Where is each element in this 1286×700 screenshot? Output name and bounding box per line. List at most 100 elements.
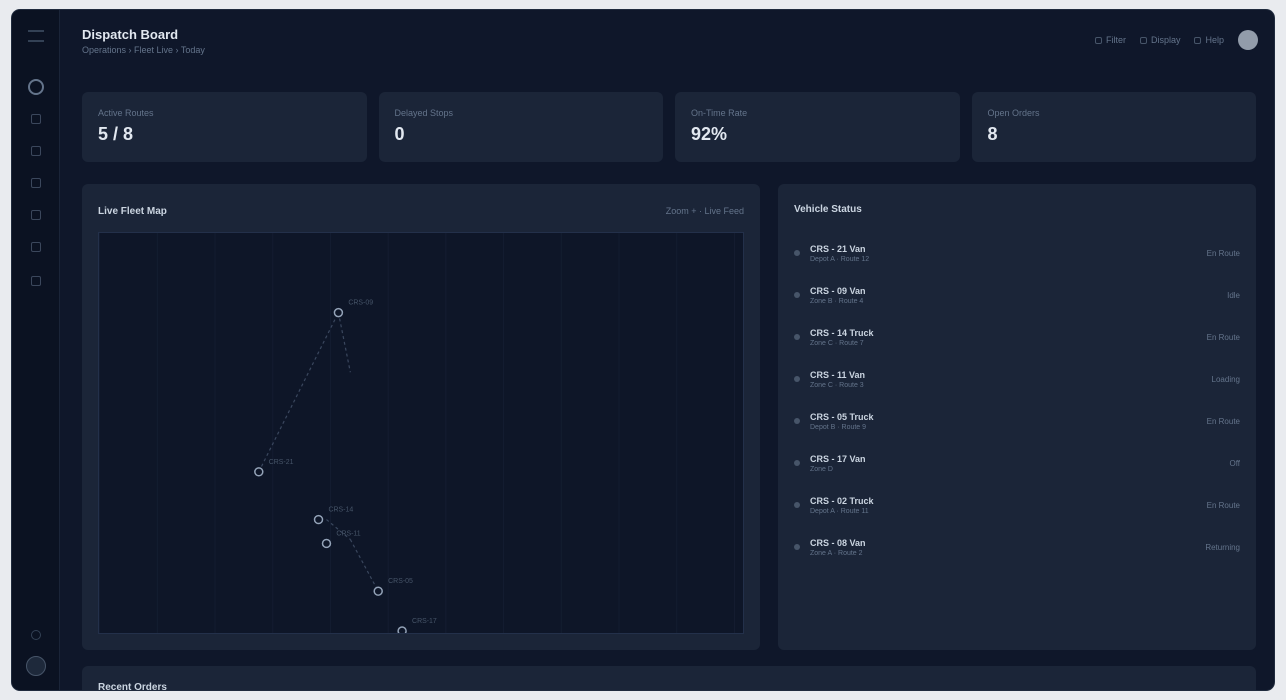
vehicle-status: Loading <box>1211 374 1240 384</box>
stat-card-open-orders[interactable]: Open Orders 8 <box>971 92 1256 162</box>
vehicle-status: Returning <box>1205 542 1240 552</box>
help-icon <box>1194 36 1202 44</box>
display-label: Display <box>1150 35 1181 45</box>
status-dot <box>794 334 800 340</box>
route-icon <box>31 178 41 188</box>
stat-value: 8 <box>987 124 998 144</box>
breadcrumb: Operations › Fleet Live › Today <box>82 45 205 55</box>
vehicle-list-title: Vehicle Status <box>794 204 862 215</box>
fleet-map[interactable]: CRS-21 CRS-09 CRS-14 CRS-11 CRS-05 CRS-17 <box>98 232 744 634</box>
status-dot <box>794 376 800 382</box>
help-button[interactable]: Help <box>1194 35 1224 45</box>
app-window: Dispatch Board Operations › Fleet Live ›… <box>12 10 1274 690</box>
menu-icon[interactable] <box>28 30 44 42</box>
vehicle-route: Depot B · Route 9 <box>810 423 867 431</box>
vehicle-status: En Route <box>1206 248 1240 258</box>
status-dot <box>794 418 800 424</box>
vehicle-route: Zone C · Route 7 <box>810 339 864 347</box>
vehicle-marker-label: CRS-11 <box>336 530 360 537</box>
vehicle-route: Zone B · Route 4 <box>810 297 864 305</box>
vehicle-marker[interactable] <box>254 467 264 477</box>
vehicle-route: Depot A · Route 12 <box>810 255 870 263</box>
vehicle-route: Zone A · Route 2 <box>810 549 863 557</box>
route-line <box>349 539 379 592</box>
list-item[interactable]: CRS - 02 Truck Depot A · Route 11 En Route <box>794 484 1240 526</box>
stat-value: 5 / 8 <box>98 124 134 144</box>
recent-orders-panel: Recent Orders <box>82 666 1256 690</box>
user-avatar[interactable] <box>26 656 46 676</box>
profile-avatar[interactable] <box>1238 30 1258 50</box>
sidebar-item-reports[interactable] <box>12 234 60 260</box>
filter-label: Filter <box>1105 35 1126 45</box>
stat-value: 92% <box>691 124 728 144</box>
list-item[interactable]: CRS - 09 Van Zone B · Route 4 Idle <box>794 274 1240 316</box>
vehicle-marker[interactable] <box>333 307 344 318</box>
vehicle-marker-label: CRS-09 <box>348 300 373 307</box>
vehicle-name: CRS - 08 Van <box>810 537 866 548</box>
map-tools[interactable]: Zoom + · Live Feed <box>666 206 744 216</box>
stat-label: On-Time Rate <box>691 108 748 118</box>
sidebar-item-routes[interactable] <box>12 170 60 196</box>
stat-value: 0 <box>394 124 405 144</box>
list-item[interactable]: CRS - 14 Truck Zone C · Route 7 En Route <box>794 316 1240 358</box>
vehicle-status: En Route <box>1206 332 1240 342</box>
vehicle-list: CRS - 21 Van Depot A · Route 12 En Route C… <box>794 232 1240 568</box>
header-actions: Filter Display Help <box>1094 30 1258 50</box>
help-label: Help <box>1205 35 1224 45</box>
route-line <box>337 312 351 373</box>
calendar-icon <box>31 210 41 220</box>
vehicle-marker[interactable] <box>321 538 332 549</box>
sidebar-item-fleet[interactable] <box>12 138 60 164</box>
status-dot <box>794 502 800 508</box>
map-panel: Live Fleet Map Zoom + · Live Feed CRS-21… <box>82 184 760 650</box>
list-item[interactable]: CRS - 21 Van Depot A · Route 12 En Route <box>794 232 1240 274</box>
vehicle-list-panel: Vehicle Status CRS - 21 Van Depot A · Rou… <box>778 184 1256 650</box>
stat-card-on-time-rate[interactable]: On-Time Rate 92% <box>675 92 960 162</box>
vehicle-name: CRS - 14 Truck <box>810 327 874 338</box>
status-dot <box>794 292 800 298</box>
sidebar-item-settings[interactable] <box>12 268 60 294</box>
sidebar-item-map[interactable] <box>12 106 60 132</box>
vehicle-marker-label: CRS-14 <box>328 507 353 514</box>
help-icon[interactable] <box>31 630 41 640</box>
vehicle-route: Zone C · Route 3 <box>810 381 864 389</box>
list-item[interactable]: CRS - 08 Van Zone A · Route 2 Returning <box>794 526 1240 568</box>
list-item[interactable]: CRS - 17 Van Zone D Off <box>794 442 1240 484</box>
vehicle-name: CRS - 11 Van <box>810 369 866 380</box>
dashboard-icon <box>28 79 44 95</box>
fleet-map-svg[interactable]: CRS-21 CRS-09 CRS-14 CRS-11 CRS-05 CRS-17 <box>99 233 743 633</box>
vehicle-marker-label: CRS-17 <box>412 618 437 625</box>
header: Dispatch Board Operations › Fleet Live ›… <box>60 10 1274 74</box>
vehicle-name: CRS - 17 Van <box>810 453 866 464</box>
sidebar-item-schedule[interactable] <box>12 202 60 228</box>
list-item[interactable]: CRS - 11 Van Zone C · Route 3 Loading <box>794 358 1240 400</box>
list-item[interactable]: CRS - 05 Truck Depot B · Route 9 En Route <box>794 400 1240 442</box>
stat-label: Delayed Stops <box>394 108 454 118</box>
sidebar-item-dashboard[interactable] <box>12 74 60 100</box>
vehicle-marker-label: CRS-05 <box>388 578 413 585</box>
vehicle-marker[interactable] <box>313 514 324 525</box>
vehicle-status: En Route <box>1206 500 1240 510</box>
stat-card-delayed-stops[interactable]: Delayed Stops 0 <box>378 92 663 162</box>
vehicle-status: Idle <box>1227 290 1240 300</box>
status-dot <box>794 460 800 466</box>
stat-label: Active Routes <box>98 108 154 118</box>
stats-row: Active Routes 5 / 8 Delayed Stops 0 On-T… <box>82 92 1256 162</box>
vehicle-route: Depot A · Route 11 <box>810 507 869 515</box>
recent-orders-title: Recent Orders <box>98 682 167 690</box>
reports-icon <box>31 242 41 252</box>
status-dot <box>794 544 800 550</box>
settings-icon <box>31 276 41 286</box>
filter-icon <box>1094 36 1102 44</box>
filter-button[interactable]: Filter <box>1094 35 1126 45</box>
vehicle-route: Zone D <box>810 465 833 473</box>
stat-label: Open Orders <box>987 108 1040 118</box>
map-title: Live Fleet Map <box>98 206 167 217</box>
display-button[interactable]: Display <box>1139 35 1181 45</box>
truck-icon <box>31 146 41 156</box>
stat-card-active-routes[interactable]: Active Routes 5 / 8 <box>82 92 367 162</box>
vehicle-marker[interactable] <box>397 626 407 633</box>
vehicle-marker[interactable] <box>373 586 383 596</box>
vehicle-name: CRS - 21 Van <box>810 243 866 254</box>
map-icon <box>31 114 41 124</box>
